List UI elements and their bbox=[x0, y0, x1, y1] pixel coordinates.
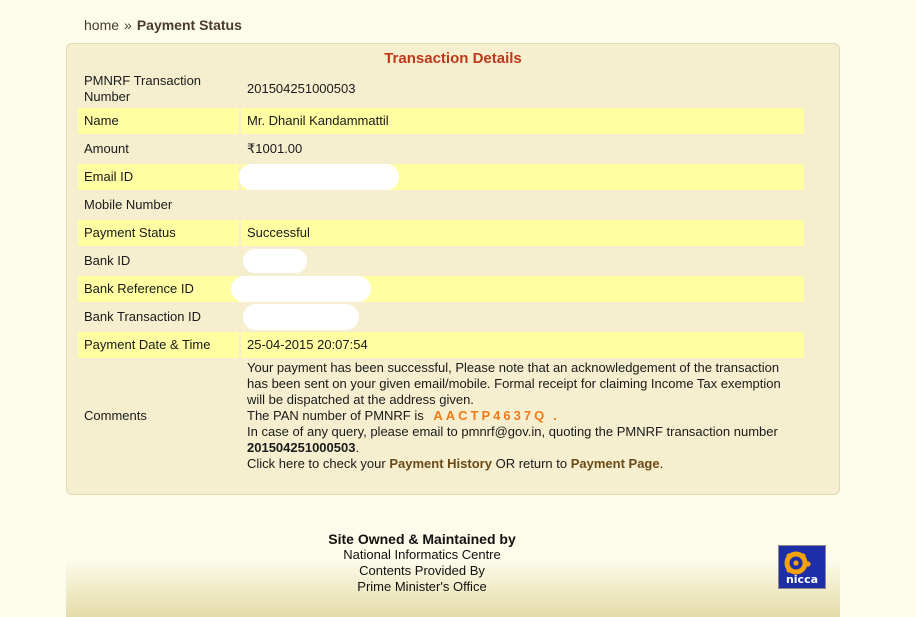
footer-office: Prime Minister's Office bbox=[357, 579, 487, 594]
amount-label: Amount bbox=[84, 141, 129, 156]
bank-txn-value-redacted bbox=[241, 304, 804, 330]
row-payment-status: Payment Status Successful bbox=[78, 220, 804, 246]
transaction-details-table: PMNRF Transaction Number 201504251000503… bbox=[78, 72, 804, 472]
row-name: Name Mr. Dhanil Kandammattil bbox=[78, 108, 804, 134]
breadcrumb-separator: » bbox=[124, 17, 132, 33]
date-label: Payment Date & Time bbox=[78, 332, 239, 358]
row-txn-number: PMNRF Transaction Number 201504251000503 bbox=[78, 72, 804, 106]
row-amount: Amount ₹1001.00 bbox=[78, 136, 804, 162]
redaction-mark bbox=[231, 276, 371, 302]
name-label: Name bbox=[78, 108, 239, 134]
transaction-details-panel: Transaction Details PMNRF Transaction Nu… bbox=[66, 43, 840, 495]
redaction-mark bbox=[239, 164, 399, 190]
nic-logo-icon[interactable]: nicca bbox=[778, 545, 826, 589]
bank-txn-label: Bank Transaction ID bbox=[84, 309, 202, 324]
click-prefix: Click here to check your bbox=[247, 456, 386, 471]
payment-history-link[interactable]: Payment History bbox=[389, 456, 492, 471]
email-value-redacted bbox=[239, 164, 804, 190]
pan-prefix: The PAN number of PMNRF is bbox=[247, 408, 424, 423]
txn-number-label: PMNRF Transaction Number bbox=[84, 73, 202, 104]
or-text: OR return to bbox=[495, 456, 568, 471]
pan-number: AACTP4637Q bbox=[433, 408, 548, 423]
breadcrumb-home-link[interactable]: home bbox=[84, 17, 119, 33]
status-value: Successful bbox=[241, 220, 804, 246]
query-text: In case of any query, please email to pm… bbox=[247, 424, 778, 439]
footer-text: Site Owned & Maintained by National Info… bbox=[294, 531, 550, 595]
row-payment-date: Payment Date & Time 25-04-2015 20:07:54 bbox=[78, 332, 804, 358]
click-end: . bbox=[659, 456, 664, 471]
row-bank-reference: Bank Reference ID bbox=[78, 276, 804, 302]
breadcrumb: home » Payment Status bbox=[84, 17, 242, 33]
redaction-mark bbox=[243, 304, 359, 330]
mobile-value bbox=[241, 192, 804, 218]
query-end: . bbox=[355, 440, 360, 455]
bank-ref-label: Bank Reference ID bbox=[78, 276, 239, 302]
name-value: Mr. Dhanil Kandammattil bbox=[241, 108, 804, 134]
comments-ack-text: Your payment has been successful, Please… bbox=[247, 360, 781, 407]
mobile-label: Mobile Number bbox=[84, 197, 173, 212]
status-label: Payment Status bbox=[78, 220, 239, 246]
pan-period: . bbox=[553, 408, 560, 423]
bank-ref-value-redacted bbox=[231, 276, 804, 302]
redaction-mark bbox=[243, 249, 307, 273]
query-txn-number: 201504251000503 bbox=[247, 440, 356, 455]
date-value: 25-04-2015 20:07:54 bbox=[241, 332, 804, 358]
row-email: Email ID bbox=[78, 164, 804, 190]
row-mobile: Mobile Number bbox=[78, 192, 804, 218]
row-comments: Comments Your payment has been successfu… bbox=[78, 360, 804, 472]
payment-page-link[interactable]: Payment Page bbox=[571, 456, 660, 471]
row-bank-transaction: Bank Transaction ID bbox=[78, 304, 804, 330]
breadcrumb-current: Payment Status bbox=[136, 17, 242, 33]
comments-label: Comments bbox=[84, 408, 147, 423]
row-bank-id: Bank ID bbox=[78, 248, 804, 274]
txn-number-value: 201504251000503 bbox=[247, 81, 356, 96]
footer-provided: Contents Provided By bbox=[359, 563, 485, 578]
bank-id-value-redacted bbox=[241, 248, 804, 274]
comments-value: Your payment has been successful, Please… bbox=[241, 360, 804, 472]
footer-owned: Site Owned & Maintained by bbox=[328, 531, 516, 547]
panel-title: Transaction Details bbox=[384, 50, 522, 67]
amount-value: ₹1001.00 bbox=[247, 141, 303, 156]
bank-id-label: Bank ID bbox=[84, 253, 131, 268]
footer-org: National Informatics Centre bbox=[343, 547, 501, 562]
email-label: Email ID bbox=[78, 164, 239, 190]
logo-text: nicca bbox=[785, 573, 819, 586]
